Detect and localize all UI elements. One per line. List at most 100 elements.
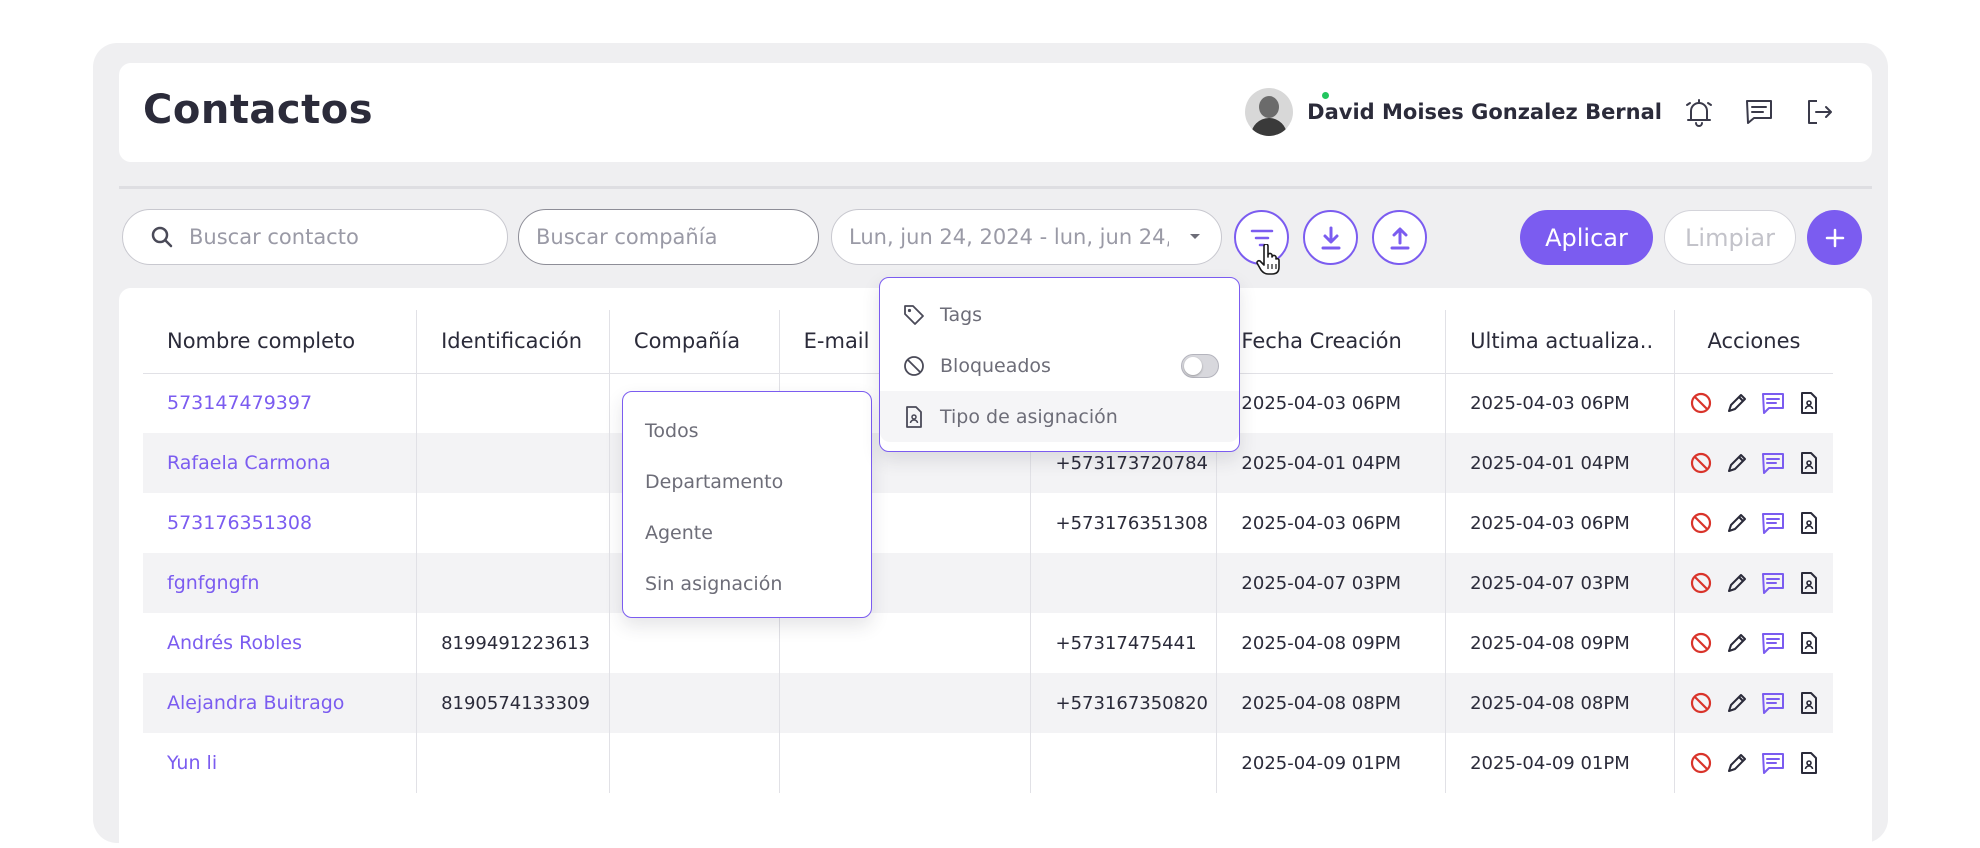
phone-cell — [1030, 733, 1217, 793]
block-icon[interactable] — [1689, 691, 1713, 715]
company-cell — [608, 733, 780, 793]
phone-cell: +573167350820 — [1030, 673, 1217, 733]
filter-option-tags-label: Tags — [940, 303, 983, 326]
block-icon[interactable] — [1689, 511, 1713, 535]
contact-name-link[interactable]: 573176351308 — [143, 493, 417, 553]
assign-option-todos[interactable]: Todos — [623, 406, 871, 457]
bell-icon[interactable] — [1683, 96, 1715, 128]
download-icon — [1321, 226, 1340, 249]
filter-option-tipo-asignacion-label: Tipo de asignación — [940, 405, 1118, 428]
table-row[interactable]: Andrés Robles 8199491223613 +57317475441 20… — [143, 613, 1833, 673]
assign-option-agente[interactable]: Agente — [623, 508, 871, 559]
avatar[interactable] — [1245, 88, 1294, 136]
edit-icon[interactable] — [1725, 571, 1749, 595]
logout-icon[interactable] — [1803, 96, 1835, 128]
document-icon[interactable] — [1797, 511, 1821, 535]
message-icon[interactable] — [1761, 691, 1785, 715]
header-divider — [119, 186, 1872, 189]
column-header-identification[interactable]: Identificación — [416, 310, 610, 374]
contact-name-link[interactable]: 573147479397 — [143, 373, 417, 433]
company-search-placeholder: Buscar compañía — [536, 225, 718, 249]
download-button[interactable] — [1303, 210, 1358, 265]
filter-option-bloqueados[interactable]: Bloqueados — [880, 340, 1239, 391]
date-range-value: Lun, jun 24, 2024 - lun, jun 24, 2 — [849, 225, 1169, 249]
column-header-created[interactable]: Fecha Creación — [1216, 310, 1446, 374]
upload-button[interactable] — [1372, 210, 1427, 265]
message-icon[interactable] — [1761, 451, 1785, 475]
apply-button[interactable]: Aplicar — [1520, 210, 1653, 265]
blocked-toggle[interactable] — [1181, 354, 1219, 378]
message-icon[interactable] — [1761, 511, 1785, 535]
contact-name-link[interactable]: Rafaela Carmona — [143, 433, 417, 493]
assign-option-sin-asignacion[interactable]: Sin asignación — [623, 559, 871, 610]
clear-button[interactable]: Limpiar — [1664, 210, 1796, 265]
contact-name-link[interactable]: Andrés Robles — [143, 613, 417, 673]
document-icon[interactable] — [1797, 751, 1821, 775]
table-row[interactable]: Alejandra Buitrago 8190574133309 +57316735… — [143, 673, 1833, 733]
filter-option-bloqueados-label: Bloqueados — [940, 354, 1051, 377]
date-range-select[interactable]: Lun, jun 24, 2024 - lun, jun 24, 2 — [831, 209, 1222, 265]
updated-date-cell: 2025-04-07 03PM — [1445, 553, 1675, 613]
identification-cell — [416, 493, 610, 553]
add-contact-button[interactable] — [1807, 210, 1862, 265]
block-icon[interactable] — [1689, 751, 1713, 775]
document-icon[interactable] — [1797, 691, 1821, 715]
company-search-input[interactable]: Buscar compañía — [518, 209, 819, 265]
edit-icon[interactable] — [1725, 691, 1749, 715]
column-header-name[interactable]: Nombre completo — [143, 310, 417, 374]
edit-icon[interactable] — [1725, 751, 1749, 775]
row-actions — [1673, 493, 1833, 553]
block-icon[interactable] — [1689, 391, 1713, 415]
filter-option-tags[interactable]: Tags — [880, 289, 1239, 340]
company-cell — [608, 673, 780, 733]
table-row[interactable]: 573176351308 +573176351308 2025-04-03 06PM… — [143, 493, 1833, 553]
filter-option-tipo-asignacion[interactable]: Tipo de asignación — [880, 391, 1239, 442]
edit-icon[interactable] — [1725, 511, 1749, 535]
message-icon[interactable] — [1761, 631, 1785, 655]
created-date-cell: 2025-04-08 08PM — [1216, 673, 1446, 733]
created-date-cell: 2025-04-08 09PM — [1216, 613, 1446, 673]
table-row[interactable]: fgnfgngfn 2025-04-07 03PM 2025-04-07 03PM — [143, 553, 1833, 613]
block-icon[interactable] — [1689, 631, 1713, 655]
message-icon[interactable] — [1761, 751, 1785, 775]
updated-date-cell: 2025-04-08 09PM — [1445, 613, 1675, 673]
contact-search-placeholder: Buscar contacto — [189, 225, 359, 249]
plus-icon — [1825, 228, 1844, 247]
email-cell — [778, 733, 1031, 793]
assign-option-departamento[interactable]: Departamento — [623, 457, 871, 508]
document-icon[interactable] — [1797, 391, 1821, 415]
edit-icon[interactable] — [1725, 631, 1749, 655]
column-header-company[interactable]: Compañía — [608, 310, 780, 374]
document-icon[interactable] — [1797, 571, 1821, 595]
contact-name-link[interactable]: fgnfgngfn — [143, 553, 417, 613]
hand-cursor-icon — [1256, 244, 1280, 275]
column-header-updated[interactable]: Ultima actualiza.. — [1445, 310, 1675, 374]
contact-name-link[interactable]: Alejandra Buitrago — [143, 673, 417, 733]
edit-icon[interactable] — [1725, 451, 1749, 475]
document-icon[interactable] — [1797, 631, 1821, 655]
updated-date-cell: 2025-04-03 06PM — [1445, 373, 1675, 433]
identification-cell — [416, 373, 610, 433]
contact-name-link[interactable]: Yun li — [143, 733, 417, 793]
edit-icon[interactable] — [1725, 391, 1749, 415]
row-actions — [1673, 673, 1833, 733]
email-cell — [778, 673, 1031, 733]
phone-cell: +573176351308 — [1030, 493, 1217, 553]
identification-cell: 8199491223613 — [416, 613, 610, 673]
contact-search-input[interactable]: Buscar contacto — [122, 209, 508, 265]
user-menu[interactable]: David Moises Gonzalez Bernal — [1245, 87, 1662, 137]
page-header: Contactos David Moises Gonzalez Bernal — [119, 63, 1872, 162]
updated-date-cell: 2025-04-08 08PM — [1445, 673, 1675, 733]
updated-date-cell: 2025-04-09 01PM — [1445, 733, 1675, 793]
tag-icon — [904, 304, 924, 325]
message-icon[interactable] — [1761, 571, 1785, 595]
chat-icon[interactable] — [1743, 96, 1775, 128]
block-icon[interactable] — [1689, 451, 1713, 475]
toggle-knob — [1184, 357, 1202, 375]
table-row[interactable]: Yun li 2025-04-09 01PM 2025-04-09 01PM — [143, 733, 1833, 793]
column-header-actions: Acciones — [1673, 310, 1833, 374]
company-cell — [608, 613, 780, 673]
document-icon[interactable] — [1797, 451, 1821, 475]
message-icon[interactable] — [1761, 391, 1785, 415]
block-icon[interactable] — [1689, 571, 1713, 595]
